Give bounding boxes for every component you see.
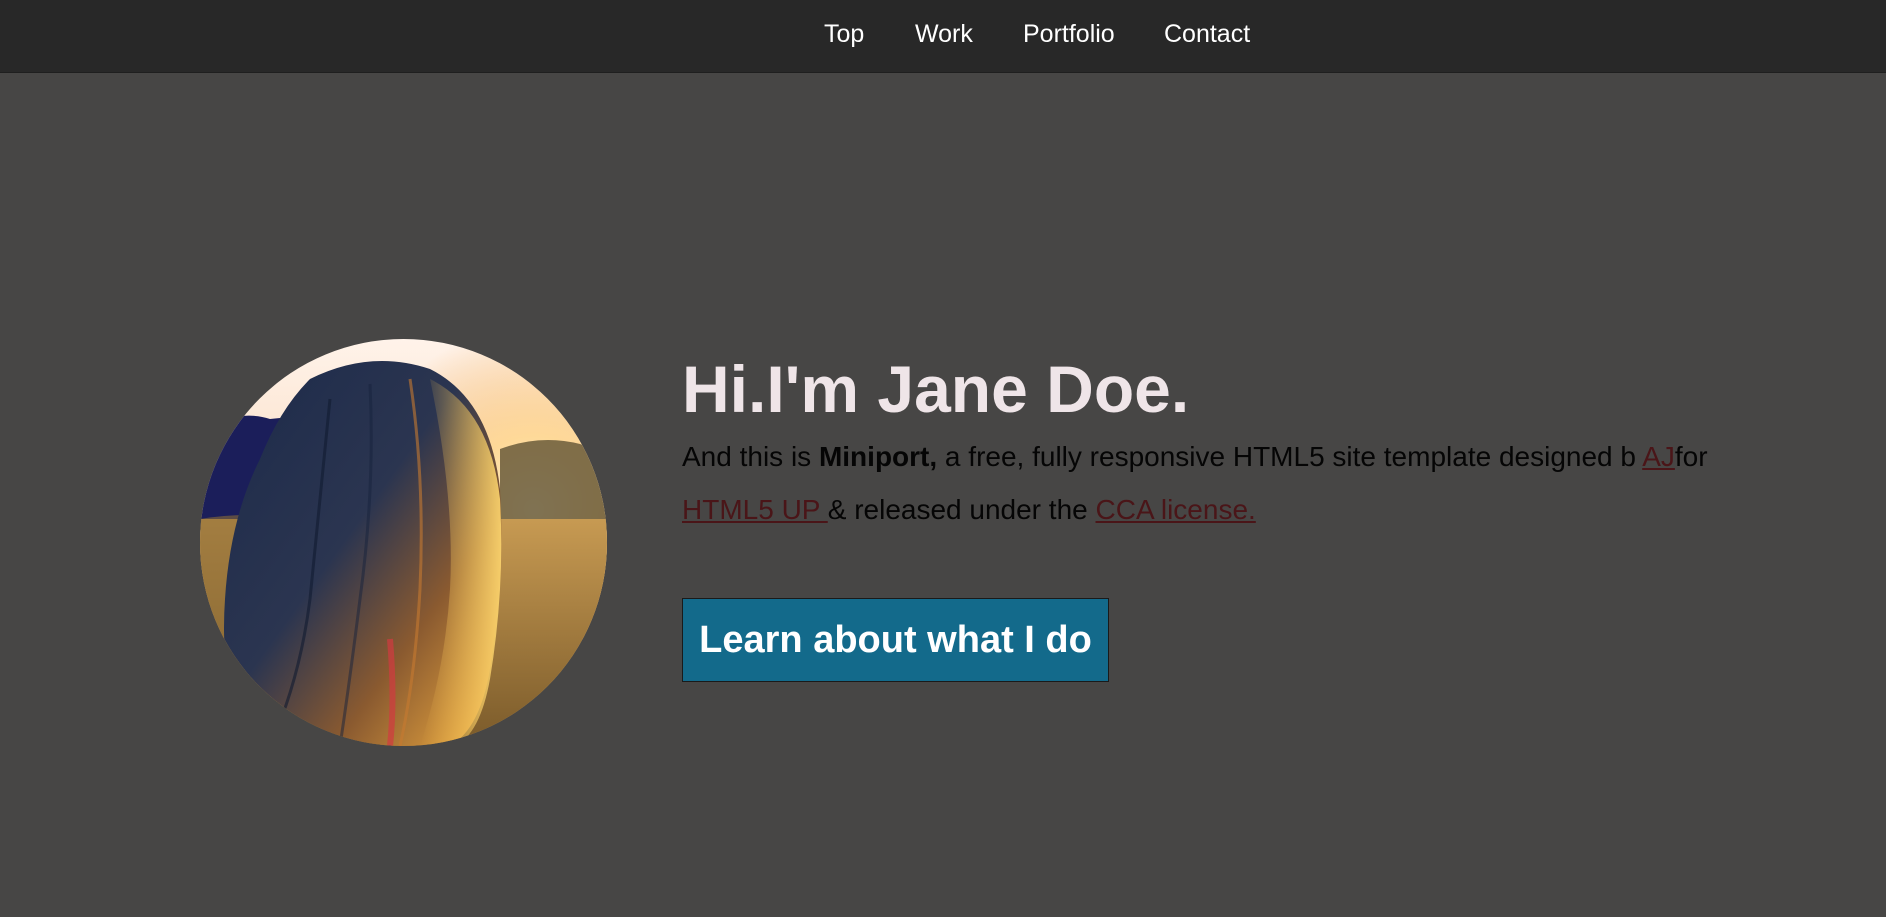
brand-name: Miniport,: [818, 441, 938, 472]
profile-avatar: [200, 339, 607, 746]
intro-for-text: for: [1674, 441, 1708, 472]
hero-headline: Hi.I'm Jane Doe.: [682, 352, 1190, 426]
intro-released-text: & released under the: [827, 494, 1096, 525]
license-link[interactable]: CCA license.: [1096, 494, 1256, 525]
intro-lead-text: And this is: [682, 441, 819, 472]
intro-mid-text: a free, fully responsive HTML5 site temp…: [937, 441, 1643, 472]
author-link[interactable]: AJ: [1642, 441, 1675, 472]
nav-link-portfolio[interactable]: Portfolio: [1023, 19, 1115, 49]
learn-more-button[interactable]: Learn about what I do: [682, 598, 1109, 682]
hero-intro-text: And this is Miniport, a free, fully resp…: [682, 430, 1712, 536]
nav-link-work[interactable]: Work: [915, 19, 973, 49]
profile-photo-illustration: [200, 339, 607, 746]
top-navbar: Top Work Portfolio Contact: [0, 0, 1886, 73]
nav-link-contact[interactable]: Contact: [1164, 19, 1250, 49]
nav-link-top[interactable]: Top: [824, 19, 864, 49]
html5up-link[interactable]: HTML5 UP: [682, 494, 828, 525]
